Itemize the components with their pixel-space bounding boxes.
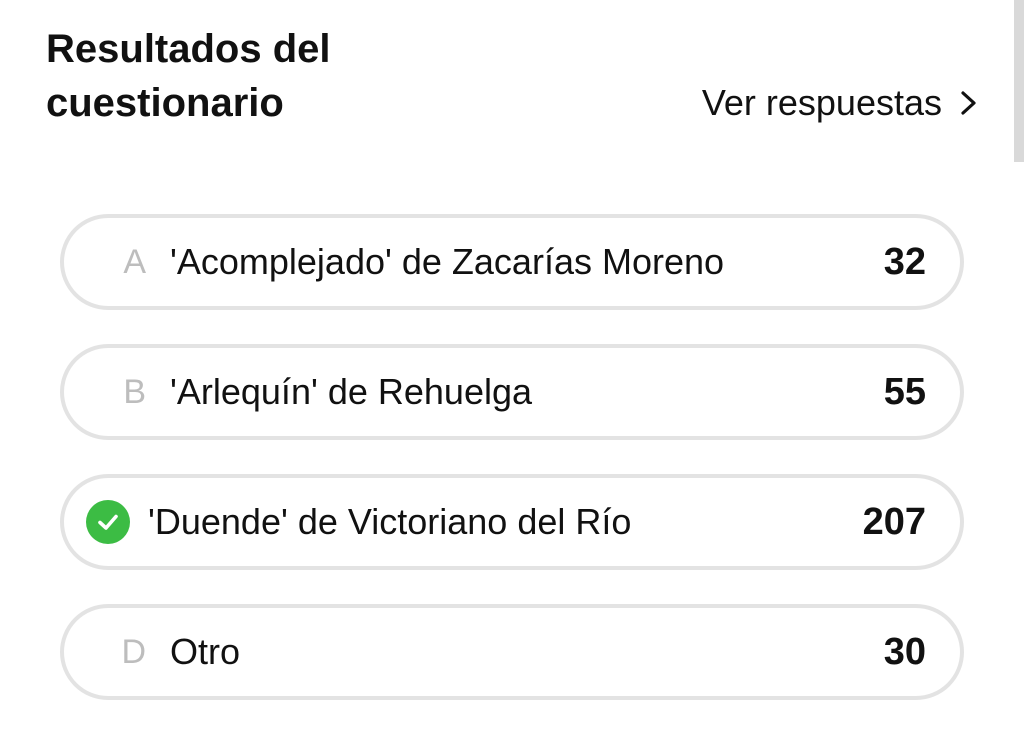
option-letter: D: [121, 632, 146, 671]
option-count: 55: [883, 370, 926, 413]
check-circle-icon: [86, 500, 130, 544]
see-answers-label: Ver respuestas: [701, 82, 942, 123]
see-answers-link[interactable]: Ver respuestas: [702, 82, 980, 124]
page-title: Resultados del cuestionario: [46, 27, 331, 125]
option-text: 'Duende' de Victoriano del Río: [148, 501, 632, 542]
option-text: 'Acomplejado' de Zacarías Moreno: [170, 241, 725, 282]
option-text: Otro: [170, 631, 241, 672]
option-c-correct[interactable]: 'Duende' de Victoriano del Río 207: [60, 474, 964, 570]
chevron-right-icon: [961, 91, 976, 115]
option-b[interactable]: B 'Arlequín' de Rehuelga 55: [60, 344, 964, 440]
checkmark-icon: [98, 514, 118, 530]
option-letter: A: [123, 242, 146, 281]
option-count: 32: [883, 240, 926, 283]
quiz-options: A 'Acomplejado' de Zacarías Moreno 32 B …: [60, 214, 964, 700]
option-letter: B: [123, 372, 146, 411]
option-count: 30: [883, 630, 926, 673]
option-text: 'Arlequín' de Rehuelga: [170, 371, 533, 412]
option-a[interactable]: A 'Acomplejado' de Zacarías Moreno 32: [60, 214, 964, 310]
option-d[interactable]: D Otro 30: [60, 604, 964, 700]
scrollbar[interactable]: [1014, 0, 1024, 162]
option-count: 207: [862, 500, 926, 543]
